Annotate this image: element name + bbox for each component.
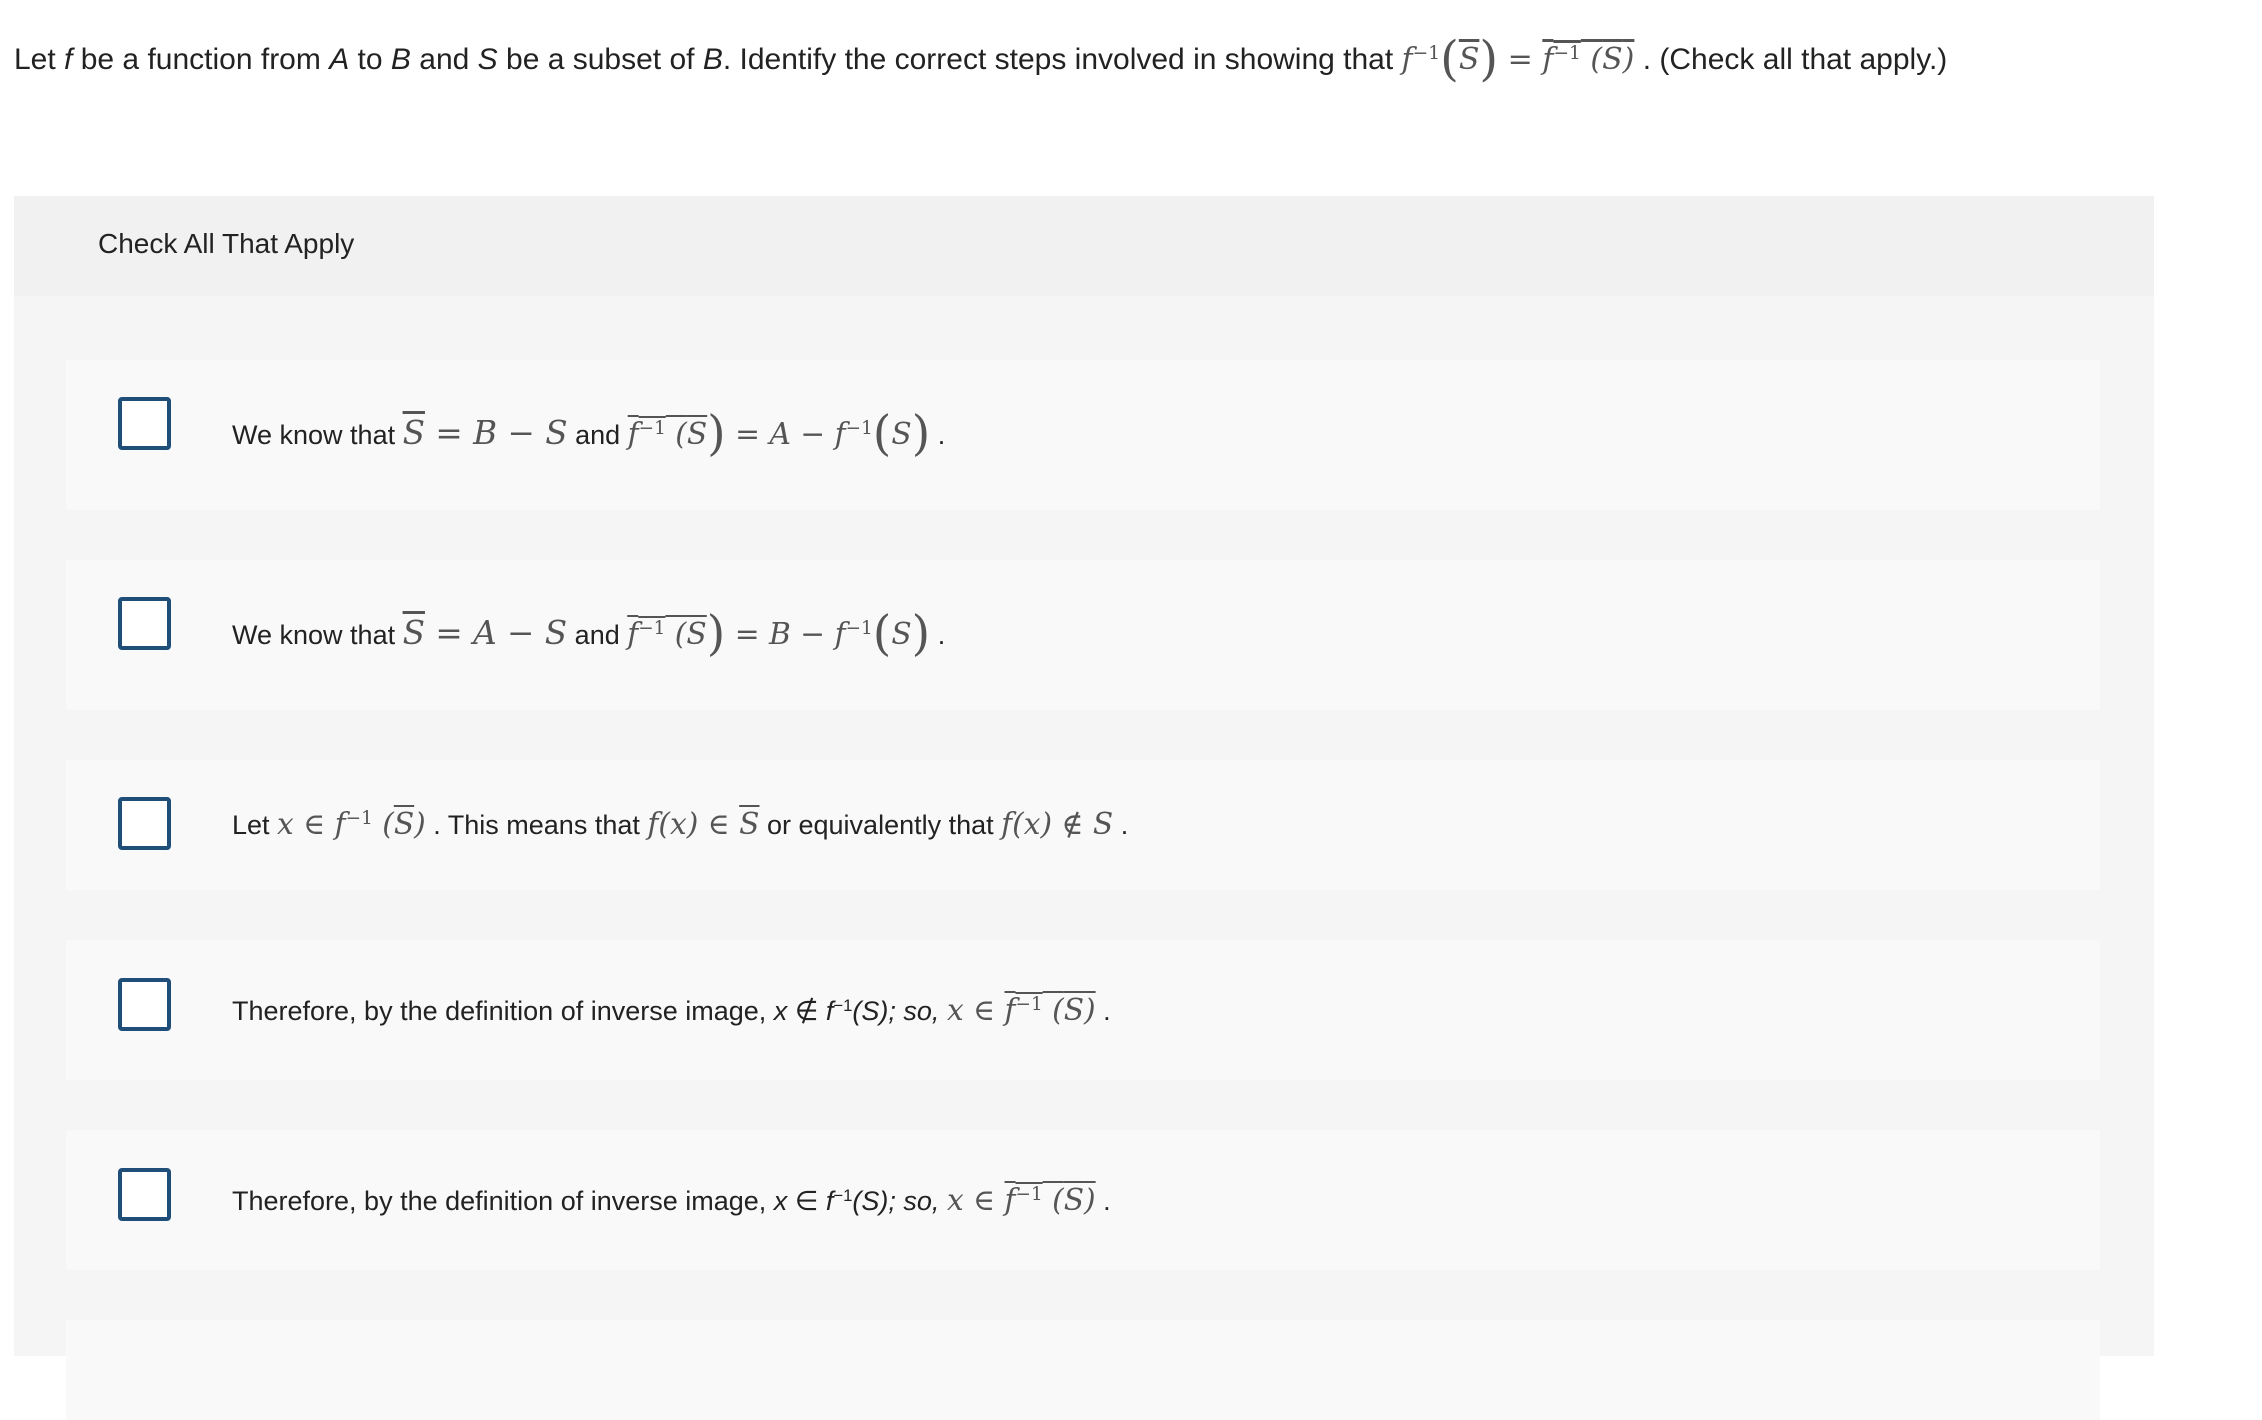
option-5-text: Therefore, by the definition of inverse … <box>232 1183 1111 1218</box>
option-2-checkbox[interactable] <box>118 597 171 650</box>
option-3-checkbox[interactable] <box>118 797 171 850</box>
option-1[interactable]: We know that S = B − S and f−1 (S) = A −… <box>66 360 2100 510</box>
check-all-heading: Check All That Apply <box>98 228 355 259</box>
panel-header: Check All That Apply <box>14 196 2154 296</box>
option-3-text: Let x ∈ f−1 (S) . This means that f(x) ∈… <box>232 807 1129 842</box>
option-4[interactable]: Therefore, by the definition of inverse … <box>66 940 2100 1080</box>
option-4-text: Therefore, by the definition of inverse … <box>232 993 1111 1028</box>
option-2[interactable]: We know that S = A − S and f−1 (S) = B −… <box>66 560 2100 710</box>
math-rhs: f−1 (S) <box>1542 42 1635 77</box>
option-3[interactable]: Let x ∈ f−1 (S) . This means that f(x) ∈… <box>66 760 2100 890</box>
option-4-checkbox[interactable] <box>118 978 171 1031</box>
answer-panel: Check All That Apply We know that S = B … <box>14 196 2154 1420</box>
option-6-partial[interactable] <box>66 1320 2100 1420</box>
option-5[interactable]: Therefore, by the definition of inverse … <box>66 1130 2100 1270</box>
question-text: Let f be a function from A to B and S be… <box>14 30 1948 87</box>
option-2-text: We know that S = A − S and f−1 (S) = B −… <box>232 606 946 662</box>
option-5-checkbox[interactable] <box>118 1168 171 1221</box>
option-1-checkbox[interactable] <box>118 397 171 450</box>
option-1-text: We know that S = B − S and f−1 (S) = A −… <box>232 406 946 462</box>
math-lhs: f−1(S) <box>1401 30 1499 87</box>
